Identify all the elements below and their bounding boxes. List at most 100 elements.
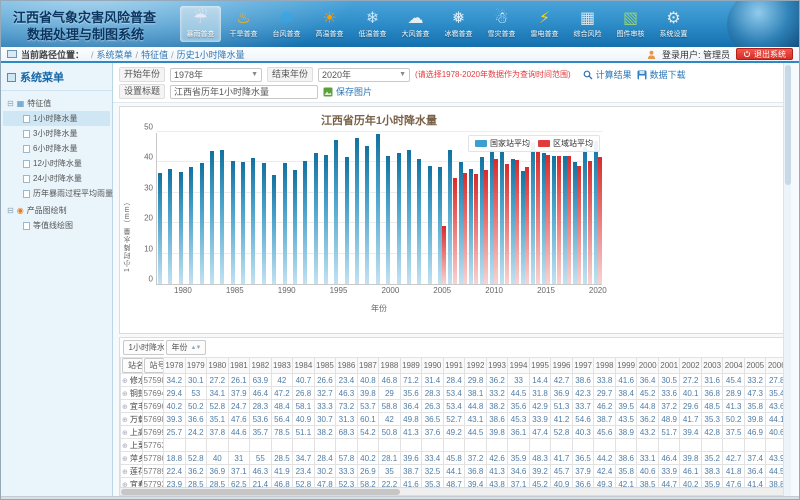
tree-node-0[interactable]: ⊟▦ 特征值: [3, 96, 110, 111]
tree-leaf[interactable]: 24小时降水量: [3, 171, 110, 186]
year-column-header[interactable]: 1996: [551, 358, 573, 374]
tree-leaf[interactable]: 1小时降水量: [3, 111, 110, 126]
table-corner-header[interactable]: 1小时降水量(mm): [123, 340, 164, 355]
station-name-cell[interactable]: ⊕铜鼓: [121, 387, 143, 400]
year-sort-header[interactable]: 年份 ▲▼: [166, 340, 207, 355]
year-column-header[interactable]: 1992: [465, 358, 487, 374]
tree-node-1[interactable]: ⊟◉ 产品图绘制: [3, 203, 110, 218]
tree-leaf[interactable]: 等值线绘图: [3, 218, 110, 233]
nav-item-drought[interactable]: ♨ 干旱普查: [223, 6, 264, 42]
value-cell: 54.6: [572, 413, 594, 426]
nav-item-map[interactable]: ▧ 图件审核: [610, 6, 651, 42]
station-name-cell[interactable]: ⊕上栗: [121, 439, 143, 452]
breadcrumb-item[interactable]: 特征值: [141, 50, 168, 60]
bar-regional: [515, 160, 519, 284]
horizontal-scrollbar-thumb[interactable]: [121, 489, 400, 495]
value-cell: 29: [379, 387, 401, 400]
year-column-header[interactable]: 1995: [529, 358, 551, 374]
legend-item[interactable]: 区域站平均: [538, 138, 593, 149]
value-cell: 40.2: [164, 400, 186, 413]
code-sort-header[interactable]: 站号 ▲▼: [144, 358, 164, 373]
year-column-header[interactable]: 1993: [486, 358, 508, 374]
value-cell: 26.8: [293, 387, 315, 400]
data-download-button[interactable]: 数据下载: [637, 68, 686, 81]
table-row: ⊕莲花 5778922.436.236.937.146.341.923.430.…: [121, 465, 786, 478]
sort-icons[interactable]: ▲▼: [191, 345, 201, 351]
nav-item-typhoon[interactable]: ☸ 台风普查: [266, 6, 307, 42]
name-sort-header[interactable]: 站名 ▲▼: [122, 358, 142, 373]
year-column-header[interactable]: 1991: [443, 358, 465, 374]
row-expander-icon[interactable]: ⊕: [122, 378, 128, 385]
station-name-cell[interactable]: ⊕宜丰: [121, 400, 143, 413]
station-name-cell[interactable]: ⊕莲花: [121, 465, 143, 478]
row-expander-icon[interactable]: ⊕: [122, 469, 128, 476]
nav-item-lightning[interactable]: ⚡ 雷电普查: [524, 6, 565, 42]
end-year-select[interactable]: 2020年▼: [318, 68, 410, 82]
year-column-header[interactable]: 2000: [637, 358, 659, 374]
row-expander-icon[interactable]: ⊕: [122, 391, 128, 398]
year-column-header[interactable]: 1980: [207, 358, 229, 374]
value-cell: 29.7: [594, 387, 616, 400]
save-image-button[interactable]: 保存图片: [323, 85, 372, 98]
row-expander-icon[interactable]: ⊕: [122, 430, 128, 437]
value-cell: 37.1: [228, 465, 250, 478]
year-column-header[interactable]: 1987: [357, 358, 379, 374]
expander-icon[interactable]: ⊟: [7, 206, 14, 215]
expander-icon[interactable]: ⊟: [7, 99, 14, 108]
year-column-header[interactable]: 1985: [314, 358, 336, 374]
year-column-header[interactable]: 2001: [658, 358, 680, 374]
vertical-scrollbar[interactable]: [783, 63, 791, 496]
year-column-header[interactable]: 2002: [680, 358, 702, 374]
value-cell: 42.9: [529, 400, 551, 413]
station-name-cell[interactable]: ⊕万载: [121, 413, 143, 426]
row-expander-icon[interactable]: ⊕: [122, 417, 128, 424]
year-column-header[interactable]: 1984: [293, 358, 315, 374]
value-cell: 46.3: [336, 387, 358, 400]
legend-item[interactable]: 国家站平均: [475, 138, 530, 149]
breadcrumb-item[interactable]: 系统菜单: [97, 50, 133, 60]
year-column-header[interactable]: 1988: [379, 358, 401, 374]
year-column-header[interactable]: 1982: [250, 358, 272, 374]
station-name-cell[interactable]: ⊕修水: [121, 374, 143, 387]
tree-leaf[interactable]: 12小时降水量: [3, 156, 110, 171]
horizontal-scrollbar[interactable]: [120, 487, 784, 495]
nav-item-settings[interactable]: ⚙ 系统设置: [653, 6, 694, 42]
value-cell: [422, 439, 444, 452]
start-year-select[interactable]: 1978年▼: [170, 68, 262, 82]
year-column-header[interactable]: 1981: [228, 358, 250, 374]
nav-item-rain[interactable]: ☔ 暴雨普查: [180, 6, 221, 42]
year-column-header[interactable]: 2004: [723, 358, 745, 374]
nav-item-cold[interactable]: ❄ 低温普查: [352, 6, 393, 42]
tree-leaf[interactable]: 3小时降水量: [3, 126, 110, 141]
year-column-header[interactable]: 1998: [594, 358, 616, 374]
row-expander-icon[interactable]: ⊕: [122, 443, 128, 450]
year-column-header[interactable]: 1979: [185, 358, 207, 374]
station-name-cell[interactable]: ⊕萍乡: [121, 452, 143, 465]
year-column-header[interactable]: 1989: [400, 358, 422, 374]
logout-button[interactable]: 退出系统: [736, 48, 793, 60]
nav-item-calculator[interactable]: ▦ 综合风险: [567, 6, 608, 42]
nav-item-heat[interactable]: ☀ 高温普查: [309, 6, 350, 42]
year-column-header[interactable]: 1990: [422, 358, 444, 374]
row-expander-icon[interactable]: ⊕: [122, 456, 128, 463]
year-column-header[interactable]: 1983: [271, 358, 293, 374]
nav-item-hail[interactable]: ❅ 冰雹普查: [438, 6, 479, 42]
vertical-scrollbar-thumb[interactable]: [785, 65, 791, 185]
compute-result-button[interactable]: 计算结果: [583, 68, 632, 81]
year-column-header[interactable]: 1986: [336, 358, 358, 374]
year-column-header[interactable]: 2005: [744, 358, 766, 374]
nav-item-snow[interactable]: ☃ 雪灾普查: [481, 6, 522, 42]
tree-leaf[interactable]: 历年暴雨过程平均雨量: [3, 186, 110, 201]
tree-leaf[interactable]: 6小时降水量: [3, 141, 110, 156]
year-column-header[interactable]: 2003: [701, 358, 723, 374]
year-column-header[interactable]: 1978: [164, 358, 186, 374]
nav-item-wind[interactable]: ☁ 大风普查: [395, 6, 436, 42]
year-column-header[interactable]: 1997: [572, 358, 594, 374]
row-expander-icon[interactable]: ⊕: [122, 404, 128, 411]
breadcrumb-item[interactable]: 历史1小时降水量: [177, 50, 245, 60]
value-cell: 41.3: [486, 465, 508, 478]
year-column-header[interactable]: 1999: [615, 358, 637, 374]
year-column-header[interactable]: 1994: [508, 358, 530, 374]
station-name-cell[interactable]: ⊕上高: [121, 426, 143, 439]
chart-title-input[interactable]: 江西省历年1小时降水量: [170, 85, 318, 99]
